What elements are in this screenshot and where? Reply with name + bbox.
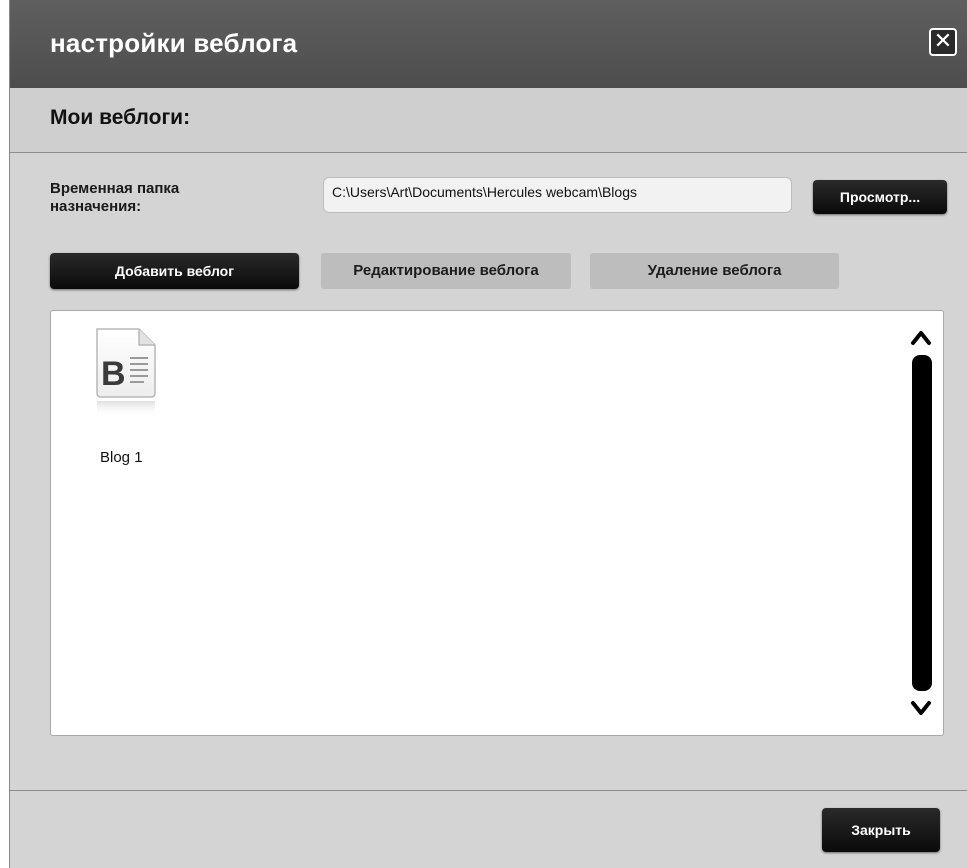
dialog-title: настройки веблога: [50, 28, 298, 58]
blog-list: B Blog 1: [50, 310, 944, 736]
titlebar: настройки веблога ✕: [10, 0, 967, 88]
scroll-down-icon[interactable]: [910, 699, 932, 719]
scrollbar-thumb[interactable]: [912, 355, 932, 691]
section-header: Мои веблоги:: [10, 88, 967, 153]
scroll-up-icon[interactable]: [910, 327, 932, 347]
destination-folder-label: Временная папка назначения:: [50, 180, 180, 215]
edit-blog-button[interactable]: Редактирование веблога: [321, 253, 571, 289]
footer-divider: [10, 790, 967, 791]
delete-blog-button[interactable]: Удаление веблога: [590, 253, 839, 289]
close-button[interactable]: Закрыть: [822, 808, 940, 852]
add-blog-button[interactable]: Добавить веблог: [50, 253, 299, 289]
svg-text:B: B: [101, 355, 126, 393]
blog-settings-dialog: настройки веблога ✕ Мои веблоги: Временн…: [9, 0, 967, 868]
destination-folder-field[interactable]: C:\Users\Art\Documents\Hercules webcam\B…: [323, 177, 792, 213]
section-title: Мои веблоги:: [50, 106, 191, 129]
blog-name: Blog 1: [100, 449, 143, 466]
blog-document-icon: B: [96, 328, 156, 417]
close-icon[interactable]: ✕: [929, 28, 957, 56]
list-item[interactable]: B Blog 1: [71, 327, 161, 466]
browse-button[interactable]: Просмотр...: [813, 180, 947, 214]
